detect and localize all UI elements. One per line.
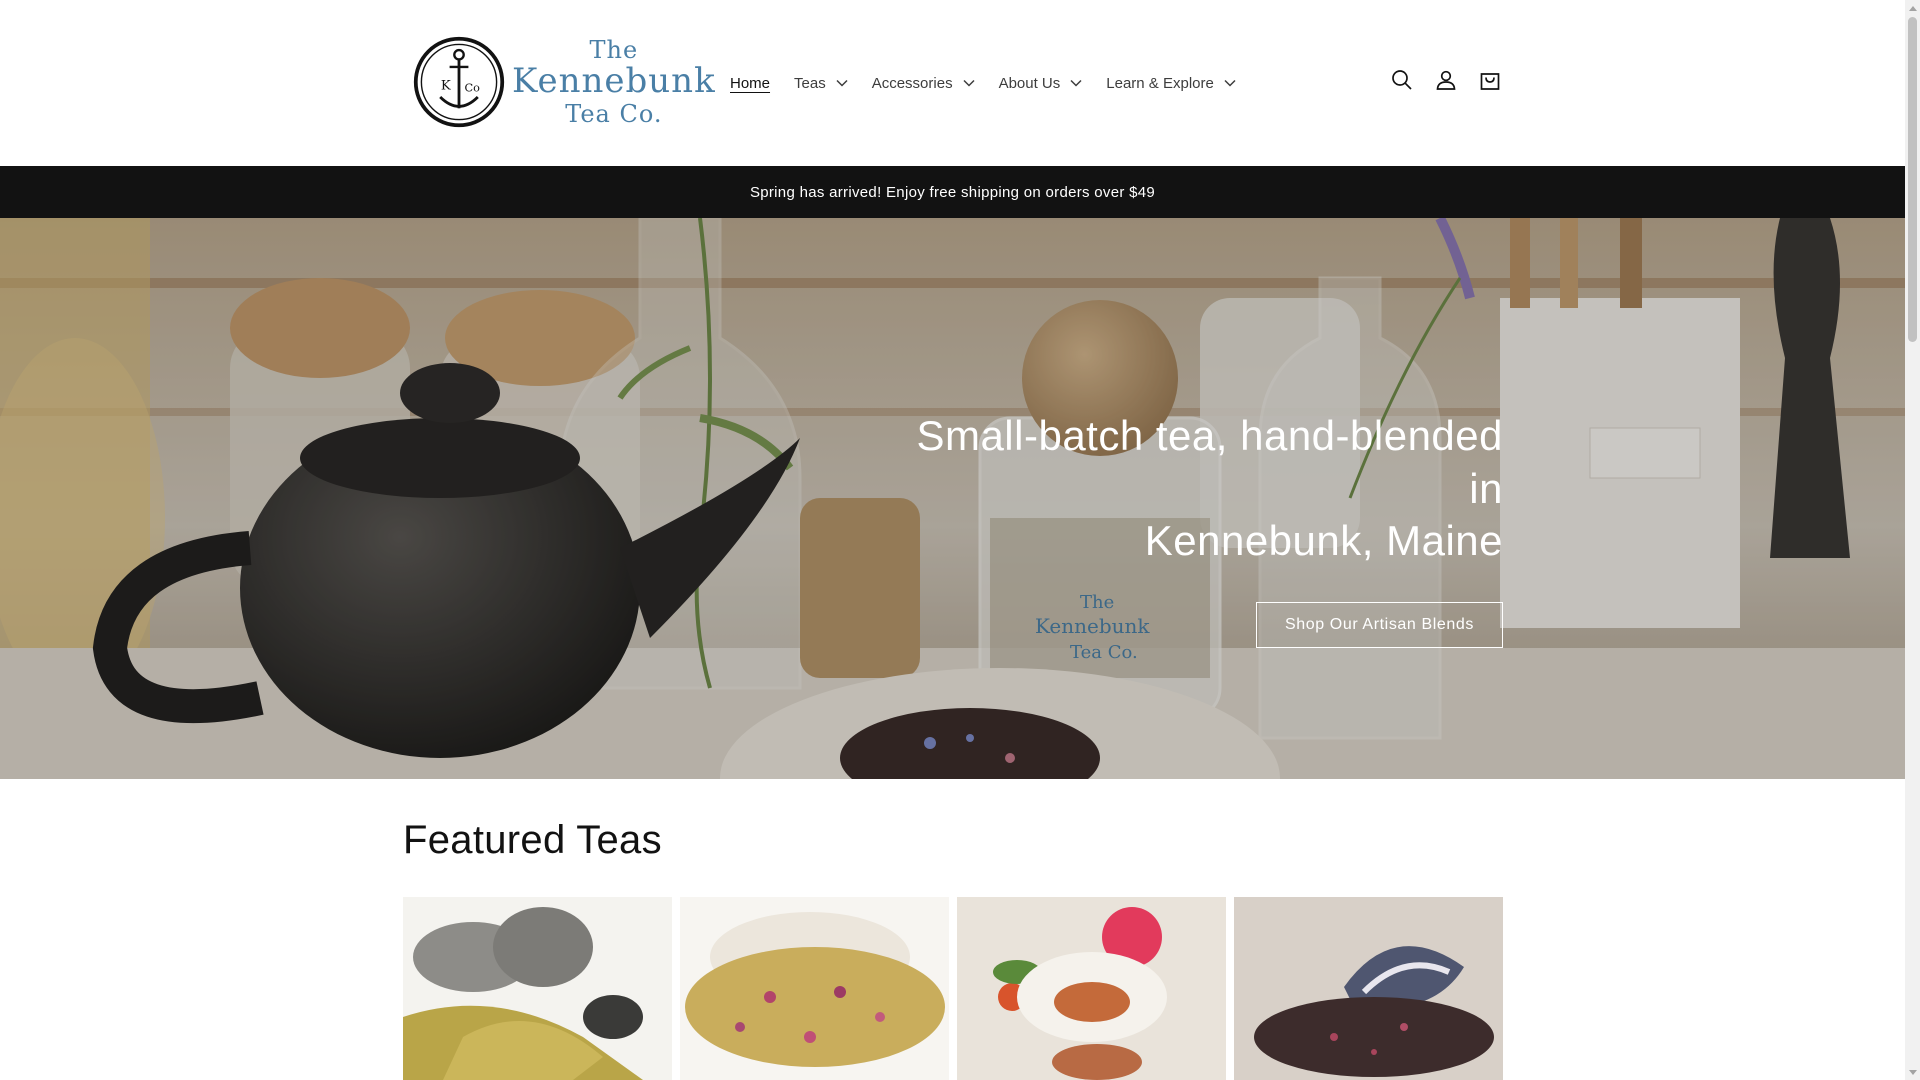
account-button[interactable]	[1424, 58, 1468, 102]
nav-item-label: Accessories	[871, 74, 953, 92]
logo-seal-icon: K Co	[413, 36, 505, 128]
main-nav: Home Teas Accessories About Us Learn & E…	[730, 70, 1260, 96]
hero-banner: The Kennebunk Tea Co. Small-batch tea, h…	[0, 218, 1905, 779]
product-card-black-tea-mussel[interactable]	[1234, 897, 1503, 1080]
nav-item-label: About Us	[998, 74, 1061, 92]
announcement-text: Spring has arrived! Enjoy free shipping …	[749, 183, 1156, 201]
chevron-down-icon	[836, 79, 848, 87]
hero-title-line-1: Small-batch tea, hand-blended in	[916, 412, 1503, 512]
search-button[interactable]	[1380, 58, 1424, 102]
logo-line-2: Kennebunk	[512, 61, 716, 101]
page-scrollbar[interactable]	[1905, 0, 1920, 1080]
cart-icon	[1480, 73, 1500, 90]
product-image	[680, 897, 949, 1080]
product-image	[403, 897, 672, 1080]
nav-item-label: Home	[730, 74, 771, 92]
logo-line-3: Tea Co.	[565, 100, 663, 128]
product-image	[1234, 897, 1503, 1080]
logo-line-1: The	[589, 36, 639, 64]
product-card-rosehip-blend[interactable]	[957, 897, 1226, 1080]
logo-wordmark: The Kennebunk Tea Co.	[512, 38, 716, 126]
nav-item-accessories[interactable]: Accessories	[872, 75, 975, 92]
scrollbar-thumb[interactable]	[1908, 17, 1917, 342]
nav-item-learn-explore[interactable]: Learn & Explore	[1106, 75, 1236, 92]
svg-text:K: K	[441, 79, 452, 94]
scroll-down-arrow-icon[interactable]	[1905, 1065, 1920, 1080]
product-image	[957, 897, 1226, 1080]
nav-item-label: Teas	[794, 74, 826, 92]
chevron-down-icon	[1224, 79, 1236, 87]
product-card-floral-blend[interactable]	[680, 897, 949, 1080]
account-icon	[1436, 70, 1456, 90]
featured-products-grid	[403, 897, 1503, 1080]
shop-artisan-blends-button[interactable]: Shop Our Artisan Blends	[1255, 601, 1503, 648]
search-icon	[1392, 70, 1412, 90]
product-card-yellow-herbal[interactable]	[403, 897, 672, 1080]
nav-item-teas[interactable]: Teas	[794, 75, 848, 92]
hero-title-line-2: Kennebunk, Maine	[1144, 517, 1503, 564]
chevron-down-icon	[1070, 79, 1082, 87]
cart-button[interactable]	[1468, 58, 1512, 102]
nav-item-home[interactable]: Home	[730, 75, 770, 92]
hero-title: Small-batch tea, hand-blended in Kennebu…	[883, 410, 1503, 568]
site-header: K Co The Kennebunk Tea Co. Home Teas Acc…	[0, 0, 1905, 166]
header-icons	[1380, 68, 1512, 102]
announcement-bar: Spring has arrived! Enjoy free shipping …	[0, 166, 1905, 218]
svg-text:Co: Co	[464, 81, 480, 94]
site-logo[interactable]: K Co The Kennebunk Tea Co.	[412, 32, 715, 132]
hero-content: Small-batch tea, hand-blended in Kennebu…	[883, 410, 1503, 648]
scroll-up-arrow-icon[interactable]	[1905, 0, 1920, 15]
nav-item-label: Learn & Explore	[1106, 74, 1214, 92]
chevron-down-icon	[963, 79, 975, 87]
nav-item-about-us[interactable]: About Us	[999, 75, 1083, 92]
featured-teas-heading: Featured Teas	[403, 818, 662, 862]
